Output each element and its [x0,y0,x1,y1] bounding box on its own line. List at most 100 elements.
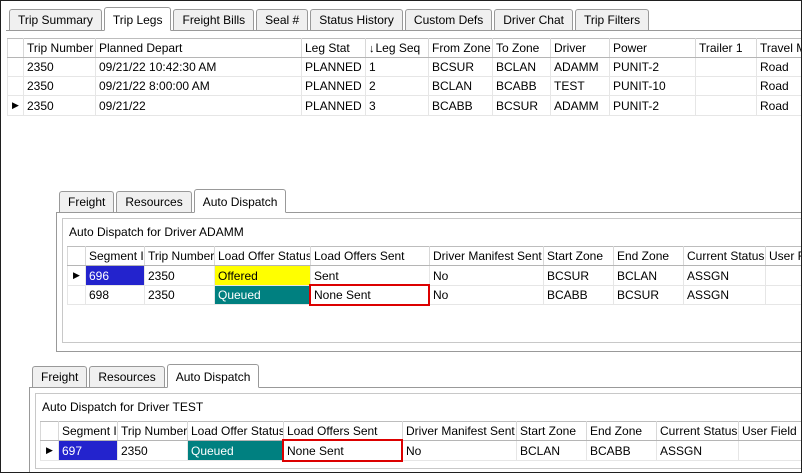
cell-driver[interactable]: ADAMM [551,58,610,77]
col-header-driver[interactable]: Driver [551,39,610,58]
table-row[interactable]: ▶ 697 2350 Queued None Sent No BCLAN BCA… [41,441,802,461]
cell-driver[interactable]: TEST [551,77,610,96]
cell-from-zone[interactable]: BCSUR [429,58,493,77]
row-selector-cell[interactable] [8,77,24,96]
cell-load-offer-status[interactable]: Queued [215,286,311,305]
cell-load-offers-sent[interactable]: None Sent [311,286,430,305]
col-header-end-zone[interactable]: End Zone [614,247,684,266]
cell-trip-number[interactable]: 2350 [145,266,215,286]
cell-segment-id[interactable]: 696 [86,266,145,286]
col-header-power[interactable]: Power [610,39,696,58]
cell-leg-seq[interactable]: 1 [366,58,429,77]
col-header-segment-id[interactable]: Segment ID [86,247,145,266]
cell-travel-mode[interactable]: Road [757,58,802,77]
col-header-trip-number[interactable]: Trip Number [118,422,188,441]
cell-driver[interactable]: ADAMM [551,96,610,116]
cell-end-zone[interactable]: BCLAN [614,266,684,286]
tab-freight-bills[interactable]: Freight Bills [173,9,254,30]
cell-start-zone[interactable]: BCLAN [517,441,587,461]
cell-leg-seq[interactable]: 3 [366,96,429,116]
row-selector-cell[interactable] [68,286,86,305]
col-header-driver-manifest-sent[interactable]: Driver Manifest Sent [430,247,544,266]
cell-start-zone[interactable]: BCABB [544,286,614,305]
tab-freight[interactable]: Freight [32,366,87,387]
col-header-current-status[interactable]: Current Status [657,422,739,441]
cell-planned-depart[interactable]: 09/21/22 [96,96,302,116]
cell-driver-manifest-sent[interactable]: No [430,266,544,286]
cell-to-zone[interactable]: BCABB [493,77,551,96]
cell-segment-id[interactable]: 697 [59,441,118,461]
cell-current-status[interactable]: ASSGN [684,266,766,286]
table-row[interactable]: 698 2350 Queued None Sent No BCABB BCSUR… [68,286,802,305]
cell-trailer-1[interactable] [696,96,757,116]
col-header-current-status[interactable]: Current Status [684,247,766,266]
col-header-load-offers-sent[interactable]: Load Offers Sent [311,247,430,266]
col-header-segment-id[interactable]: Segment ID [59,422,118,441]
tab-freight[interactable]: Freight [59,191,114,212]
cell-start-zone[interactable]: BCSUR [544,266,614,286]
col-header-start-zone[interactable]: Start Zone [544,247,614,266]
cell-from-zone[interactable]: BCLAN [429,77,493,96]
table-row[interactable]: 2350 09/21/22 8:00:00 AM PLANNED 2 BCLAN… [8,77,802,96]
col-header-trip-number[interactable]: Trip Number [24,39,96,58]
col-header-user-field[interactable]: User Field [766,247,802,266]
table-row[interactable]: 2350 09/21/22 10:42:30 AM PLANNED 1 BCSU… [8,58,802,77]
cell-load-offers-sent[interactable]: Sent [311,266,430,286]
cell-end-zone[interactable]: BCABB [587,441,657,461]
tab-status-history[interactable]: Status History [310,9,403,30]
col-header-user-field[interactable]: User Field [739,422,802,441]
tab-seal[interactable]: Seal # [256,9,308,30]
cell-user-field[interactable] [739,441,802,461]
cell-power[interactable]: PUNIT-10 [610,77,696,96]
col-header-load-offer-status[interactable]: Load Offer Status [215,247,311,266]
tab-resources[interactable]: Resources [116,191,191,212]
cell-driver-manifest-sent[interactable]: No [430,286,544,305]
row-selector-cell[interactable]: ▶ [8,96,24,116]
cell-segment-id[interactable]: 698 [86,286,145,305]
tab-auto-dispatch[interactable]: Auto Dispatch [167,364,260,388]
cell-leg-seq[interactable]: 2 [366,77,429,96]
col-header-to-zone[interactable]: To Zone [493,39,551,58]
cell-user-field[interactable] [766,266,802,286]
col-header-trailer-1[interactable]: Trailer 1 [696,39,757,58]
cell-load-offer-status[interactable]: Offered [215,266,311,286]
cell-leg-stat[interactable]: PLANNED [302,58,366,77]
col-header-load-offers-sent[interactable]: Load Offers Sent [284,422,403,441]
cell-trip-number[interactable]: 2350 [24,58,96,77]
cell-current-status[interactable]: ASSGN [684,286,766,305]
row-selector-cell[interactable] [8,58,24,77]
cell-planned-depart[interactable]: 09/21/22 8:00:00 AM [96,77,302,96]
row-selector-cell[interactable]: ▶ [41,441,59,461]
cell-trip-number[interactable]: 2350 [24,96,96,116]
cell-trailer-1[interactable] [696,77,757,96]
col-header-driver-manifest-sent[interactable]: Driver Manifest Sent [403,422,517,441]
cell-travel-mode[interactable]: Road [757,77,802,96]
cell-power[interactable]: PUNIT-2 [610,58,696,77]
cell-leg-stat[interactable]: PLANNED [302,77,366,96]
col-header-travel-mode[interactable]: Travel Mode [757,39,802,58]
tab-custom-defs[interactable]: Custom Defs [405,9,492,30]
cell-current-status[interactable]: ASSGN [657,441,739,461]
col-header-start-zone[interactable]: Start Zone [517,422,587,441]
table-row[interactable]: ▶ 696 2350 Offered Sent No BCSUR BCLAN A… [68,266,802,286]
cell-end-zone[interactable]: BCSUR [614,286,684,305]
cell-load-offer-status[interactable]: Queued [188,441,284,461]
cell-leg-stat[interactable]: PLANNED [302,96,366,116]
table-row[interactable]: ▶ 2350 09/21/22 PLANNED 3 BCABB BCSUR AD… [8,96,802,116]
tab-trip-summary[interactable]: Trip Summary [9,9,102,30]
tab-trip-filters[interactable]: Trip Filters [575,9,649,30]
cell-trip-number[interactable]: 2350 [118,441,188,461]
tab-trip-legs[interactable]: Trip Legs [104,7,172,31]
tab-resources[interactable]: Resources [89,366,164,387]
cell-user-field[interactable] [766,286,802,305]
col-header-planned-depart[interactable]: Planned Depart [96,39,302,58]
cell-trailer-1[interactable] [696,58,757,77]
tab-driver-chat[interactable]: Driver Chat [494,9,573,30]
cell-load-offers-sent[interactable]: None Sent [284,441,403,461]
cell-to-zone[interactable]: BCLAN [493,58,551,77]
col-header-from-zone[interactable]: From Zone [429,39,493,58]
col-header-leg-stat[interactable]: Leg Stat [302,39,366,58]
cell-trip-number[interactable]: 2350 [24,77,96,96]
cell-to-zone[interactable]: BCSUR [493,96,551,116]
col-header-leg-seq[interactable]: ↓Leg Seq [366,39,429,58]
